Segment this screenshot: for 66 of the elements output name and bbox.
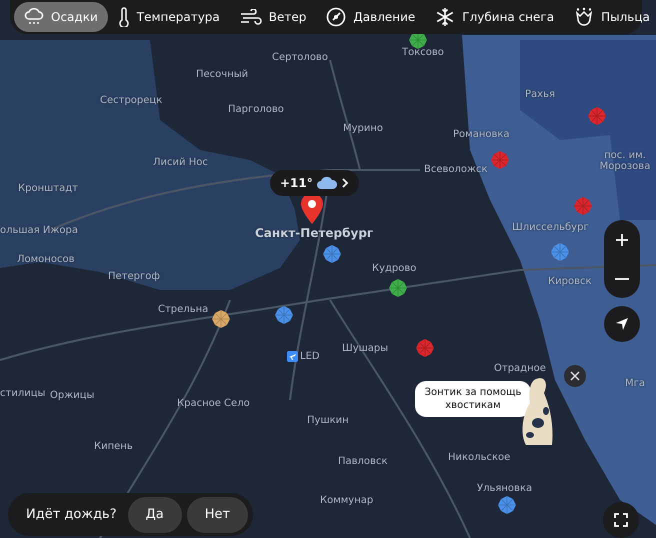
snowflake-icon <box>435 7 456 27</box>
place-label: Петергоф <box>108 271 160 282</box>
place-label: Песочный <box>196 69 248 80</box>
place-label: Мурино <box>343 123 384 134</box>
airport-label: LED <box>300 351 320 362</box>
umbrella-marker-icon[interactable] <box>274 305 294 325</box>
umbrella-marker-icon[interactable] <box>388 278 408 298</box>
answer-button[interactable]: Нет <box>186 496 248 532</box>
place-label: Павловск <box>338 456 388 467</box>
place-label: пос. им. Морозова <box>598 150 652 172</box>
rain-question: Идёт дождь? <box>26 507 117 522</box>
weather-chip[interactable]: +11° <box>270 170 359 196</box>
place-label: Рахья <box>525 89 555 100</box>
umbrella-marker-icon[interactable] <box>415 338 435 358</box>
place-label: Коммунар <box>320 495 374 506</box>
place-label: Токсово <box>402 47 444 58</box>
place-label: Санкт-Петербург <box>255 226 374 240</box>
umbrella-marker-icon[interactable] <box>490 150 510 170</box>
layer-tab[interactable]: Глубина снега <box>425 2 564 32</box>
umbrella-marker-icon[interactable] <box>322 244 342 264</box>
umbrella-marker-icon[interactable] <box>587 106 607 126</box>
place-label: Мга <box>625 378 646 389</box>
place-label: Пушкин <box>307 415 349 426</box>
answer-button[interactable]: Да <box>128 496 182 532</box>
navigation-arrow-icon <box>615 317 629 331</box>
close-icon <box>570 371 580 381</box>
airplane-icon <box>287 351 298 362</box>
place-label: Кипень <box>94 441 133 452</box>
chevron-right-icon <box>340 177 349 189</box>
wind-icon <box>240 9 262 25</box>
place-label: Отрадное <box>494 363 546 374</box>
place-label: Шлиссельбург <box>512 222 589 233</box>
umbrella-marker-icon[interactable] <box>550 242 570 262</box>
place-label: Сертолово <box>272 52 328 63</box>
plus-icon <box>615 232 629 246</box>
place-label: Кудрово <box>372 263 416 274</box>
umbrella-marker-icon[interactable] <box>497 495 517 515</box>
place-label: Сестрорецк <box>100 95 162 106</box>
gauge-icon <box>326 7 346 27</box>
layer-tab[interactable]: Давление <box>316 2 426 32</box>
thermometer-icon <box>118 7 130 27</box>
place-label: Ломоносов <box>17 254 74 265</box>
place-label: Стрельна <box>158 304 208 315</box>
place-label: ольшая Ижора <box>0 225 78 236</box>
place-label: Оржицы <box>50 390 94 401</box>
cloud-icon <box>316 176 337 190</box>
place-label: Кировск <box>548 276 592 287</box>
place-label: Шушары <box>342 343 388 354</box>
layer-tab[interactable]: Температура <box>108 2 230 32</box>
place-label: Красное Село <box>177 398 250 409</box>
place-label: Лисий Нос <box>153 157 208 168</box>
place-label: Парголово <box>228 104 284 115</box>
layer-tab[interactable]: Пыльца <box>564 2 656 32</box>
place-label: Ульяновка <box>477 483 532 494</box>
place-label: Кронштадт <box>18 183 78 194</box>
promo-bubble[interactable]: Зонтик за помощь хвостикам <box>415 381 531 417</box>
fullscreen-icon <box>614 513 628 527</box>
layer-tab[interactable]: Ветер <box>230 2 316 32</box>
layer-tab[interactable]: Осадки <box>14 2 108 32</box>
flower-icon <box>574 7 594 27</box>
umbrella-marker-icon[interactable] <box>211 309 231 329</box>
place-label: Никольское <box>448 452 510 463</box>
minus-icon <box>615 278 629 280</box>
umbrella-marker-icon[interactable] <box>573 196 593 216</box>
place-label: стилицы <box>0 388 46 399</box>
rain-cloud-icon <box>24 8 44 26</box>
